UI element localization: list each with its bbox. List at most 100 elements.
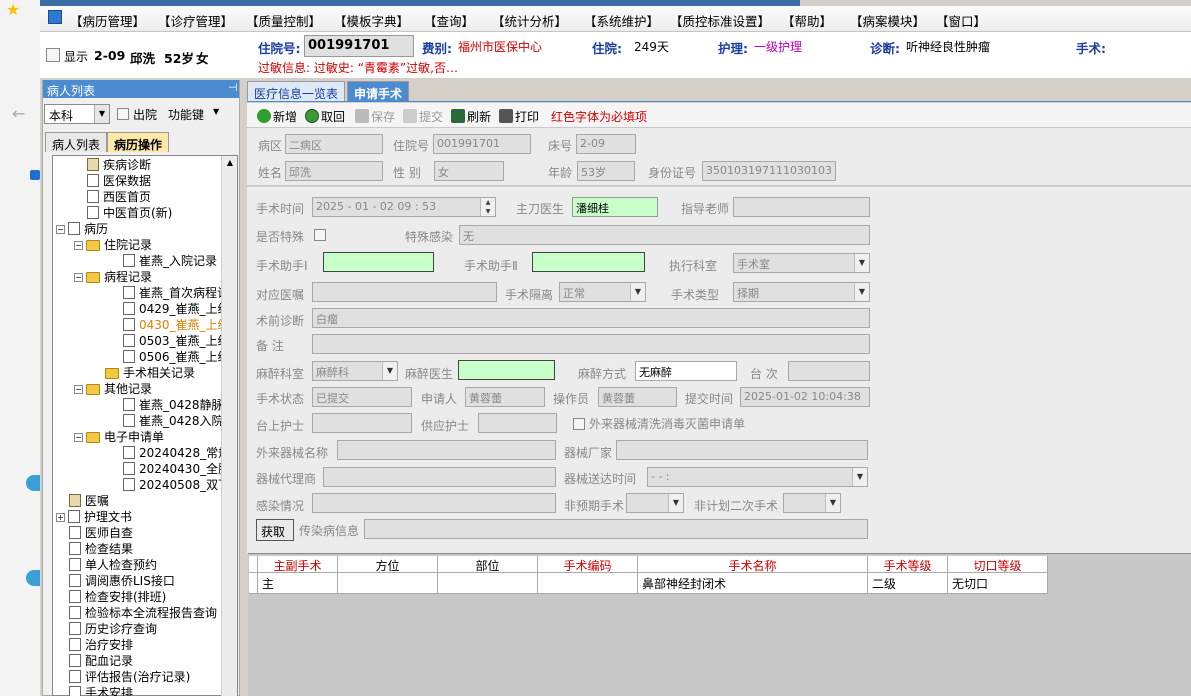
preop-diag-field[interactable]: 白瘤 (312, 308, 870, 328)
tree-item[interactable]: 历史诊疗查询 (56, 621, 157, 637)
submit-button[interactable]: 提交 (403, 108, 443, 125)
grid-cell[interactable] (538, 573, 638, 594)
new-button[interactable]: 新增 (257, 108, 297, 125)
tree-item[interactable]: 20240428_常规心电 (110, 445, 221, 461)
grid-cell[interactable]: 鼻部神经封闭术 (638, 573, 868, 594)
tree-item[interactable]: 0503_崔燕_上级医 (110, 333, 221, 349)
mentor-field[interactable] (733, 197, 870, 217)
table-no-field[interactable] (788, 361, 870, 381)
grid-header[interactable]: 手术名称 (638, 556, 868, 573)
grid-header[interactable]: 方位 (338, 556, 438, 573)
menu-qc-standard[interactable]: 【质控标准设置】 (670, 11, 770, 30)
expander-icon[interactable]: − (74, 433, 83, 442)
tab-medical-overview[interactable]: 医疗信息一览表 (247, 81, 346, 101)
menu-case-module[interactable]: 【病案模块】 (850, 11, 925, 30)
scroll-up-icon[interactable]: ▲ (224, 158, 236, 170)
menu-quality-control[interactable]: 【质量控制】 (246, 11, 321, 30)
get-button[interactable]: 获取 (256, 519, 294, 541)
tree-item[interactable]: 手术相关记录 (92, 365, 195, 381)
tree-item[interactable]: 西医首页 (74, 189, 151, 205)
surgeon-field[interactable]: 潘细桂 (572, 197, 658, 217)
infect-info-field[interactable] (364, 519, 868, 539)
special-infection-field[interactable]: 无 (459, 225, 870, 245)
grid-cell[interactable]: 二级 (868, 573, 948, 594)
tree-item[interactable]: 检验标本全流程报告查询 (56, 605, 217, 621)
asst2-field[interactable] (532, 252, 645, 272)
remark-field[interactable] (312, 334, 870, 354)
asst1-field[interactable] (323, 252, 434, 272)
print-button[interactable]: 打印 (499, 108, 539, 125)
tree-item[interactable]: − 住院记录 (74, 237, 152, 253)
maker-field[interactable] (616, 440, 868, 460)
tab-patient-list[interactable]: 病人列表 (45, 132, 108, 152)
tree-item[interactable]: + 护理文书 (56, 509, 132, 525)
ext-name-field[interactable] (337, 440, 556, 460)
tree-item[interactable]: 0429_崔燕_上级医 (110, 301, 221, 317)
expander-icon[interactable]: − (74, 273, 83, 282)
isolation-select[interactable]: 正常 ▼ (559, 282, 646, 302)
anes-doctor-field[interactable] (458, 360, 555, 380)
circ-nurse-field[interactable] (478, 413, 557, 433)
tree-item[interactable]: 疾病诊断 (74, 157, 151, 173)
exec-dept-select[interactable]: 手术室 ▼ (733, 253, 870, 273)
dept-select[interactable]: 本科 ▼ (44, 104, 110, 124)
tree-item[interactable]: − 病历 (56, 221, 108, 237)
grid-header[interactable]: 主副手术 (258, 556, 338, 573)
order-field[interactable] (312, 282, 497, 302)
menu-help[interactable]: 【帮助】 (782, 11, 832, 30)
menu-template-dict[interactable]: 【模板字典】 (334, 11, 409, 30)
tree-item[interactable]: 崔燕_0428入院患者 (110, 413, 221, 429)
tree-item[interactable]: 崔燕_0428静脉血栓 (110, 397, 221, 413)
expander-icon[interactable]: + (56, 513, 65, 522)
tree-item[interactable]: 医保数据 (74, 173, 151, 189)
tree-item[interactable]: − 病程记录 (74, 269, 152, 285)
menu-statistics[interactable]: 【统计分析】 (492, 11, 567, 30)
menu-system[interactable]: 【系统维护】 (584, 11, 659, 30)
tree-item[interactable]: 崔燕_首次病程记录 (110, 285, 221, 301)
tree-item[interactable]: 0506_崔燕_上级医 (110, 349, 221, 365)
grid-header[interactable]: 部位 (438, 556, 538, 573)
grid-cell[interactable]: 主 (258, 573, 338, 594)
unplanned-select[interactable]: ▼ (626, 493, 684, 513)
tree-item[interactable]: − 电子申请单 (74, 429, 164, 445)
scrub-nurse-field[interactable] (312, 413, 412, 433)
grid-cell[interactable]: 无切口 (948, 573, 1048, 594)
special-checkbox[interactable] (314, 229, 326, 241)
tree-item[interactable]: 医嘱 (56, 493, 109, 509)
tree-item[interactable]: 单人检查预约 (56, 557, 157, 573)
menu-diagnosis-mgmt[interactable]: 【诊疗管理】 (158, 11, 233, 30)
tree-item[interactable]: 医师自查 (56, 525, 133, 541)
discharged-checkbox[interactable] (117, 108, 129, 120)
menu-record-mgmt[interactable]: 【病历管理】 (70, 11, 145, 30)
tree-item[interactable]: 检查安排(排班) (56, 589, 166, 605)
tree-item[interactable]: 20240508_双下肢静 (110, 477, 221, 493)
spinner-icon[interactable]: ▲ ▼ (480, 198, 495, 216)
menu-window[interactable]: 【窗口】 (936, 11, 986, 30)
grid-header[interactable]: 手术等级 (868, 556, 948, 573)
save-button[interactable]: 保存 (355, 108, 395, 125)
infection-field[interactable] (312, 493, 556, 513)
op-type-select[interactable]: 择期 ▼ (733, 282, 870, 302)
tree-item[interactable]: 治疗安排 (56, 637, 133, 653)
anes-dept-select[interactable]: 麻醉科 ▼ (312, 361, 398, 381)
app-icon[interactable] (48, 10, 62, 24)
tree-item[interactable]: 配血记录 (56, 653, 133, 669)
tree-item[interactable]: 调阅惠侨LIS接口 (56, 573, 175, 589)
anes-method-field[interactable]: 无麻醉 (635, 361, 737, 381)
op-time-field[interactable]: 2025 - 01 - 02 09 : 53 ▲ ▼ (312, 197, 496, 217)
refresh-button[interactable]: 刷新 (451, 108, 491, 125)
tree-item[interactable]: − 其他记录 (74, 381, 152, 397)
delivery-field[interactable]: - - : ▼ (647, 467, 868, 487)
tree-scrollbar[interactable]: ▲ (221, 156, 237, 696)
expander-icon[interactable]: − (56, 225, 65, 234)
show-checkbox[interactable] (46, 48, 60, 62)
expander-icon[interactable]: − (74, 385, 83, 394)
agent-field[interactable] (323, 467, 556, 487)
second-select[interactable]: ▼ (783, 493, 841, 513)
tree-item[interactable]: 评估报告(治疗记录) (56, 669, 190, 685)
tree-item[interactable]: 20240430_全腹彩超 (110, 461, 221, 477)
grid-cell[interactable] (338, 573, 438, 594)
tab-apply-surgery[interactable]: 申请手术 (347, 81, 410, 101)
tree-item[interactable]: 中医首页(新) (74, 205, 172, 221)
grid-cell[interactable] (438, 573, 538, 594)
